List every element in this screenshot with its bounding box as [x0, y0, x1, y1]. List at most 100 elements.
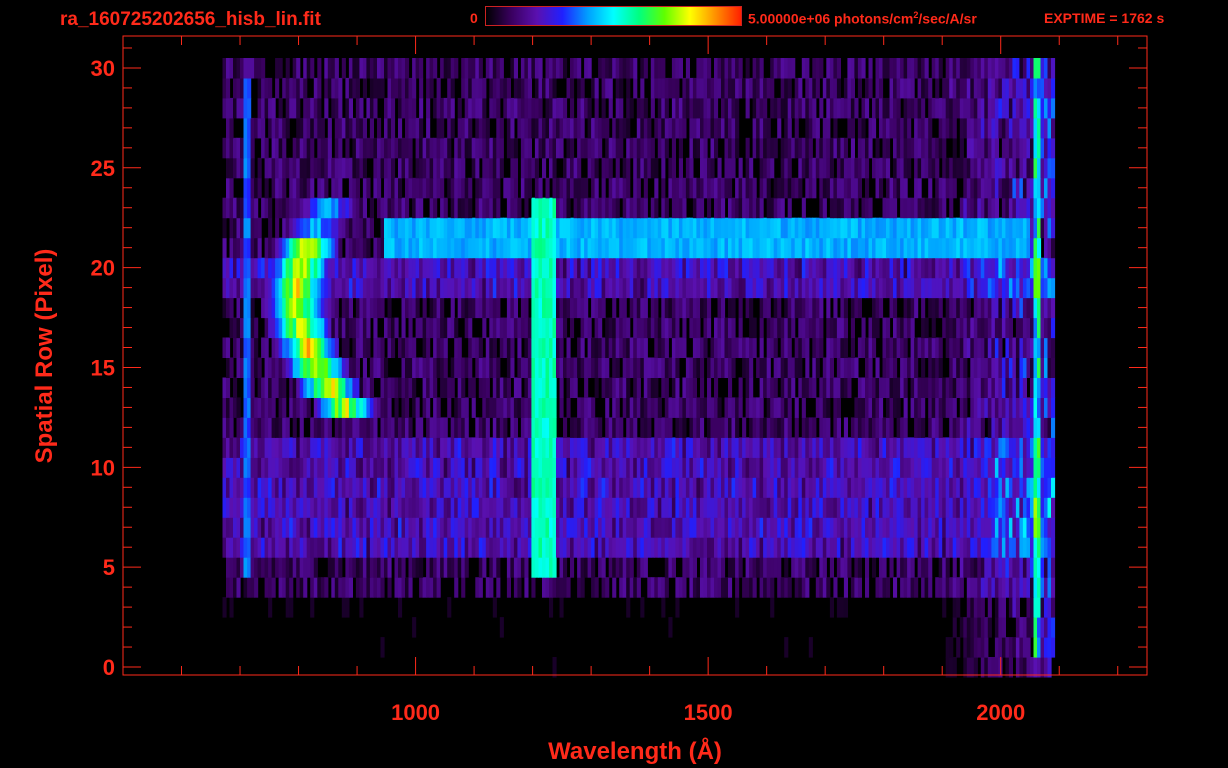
heatmap-cell: [608, 317, 613, 339]
heatmap-cell: [285, 357, 290, 378]
heatmap-cell: [475, 137, 480, 159]
heatmap-cell: [394, 537, 399, 558]
heatmap-cell: [700, 557, 705, 578]
heatmap-cell: [857, 297, 862, 319]
heatmap-cell: [1051, 337, 1056, 358]
heatmap-cell: [1019, 357, 1024, 378]
heatmap-cell: [580, 497, 585, 518]
heatmap-cell: [763, 517, 768, 538]
heatmap-cell: [833, 337, 838, 358]
heatmap-cell: [454, 477, 459, 498]
heatmap-cell: [903, 157, 908, 179]
heatmap-cell: [650, 297, 655, 319]
heatmap-cell: [506, 357, 511, 378]
heatmap-cell: [275, 497, 280, 518]
heatmap-cell: [963, 397, 968, 418]
heatmap-cell: [907, 577, 912, 598]
heatmap-cell: [728, 137, 733, 159]
heatmap-cell: [819, 297, 824, 319]
heatmap-cell: [443, 497, 448, 518]
heatmap-cell: [549, 457, 554, 478]
heatmap-cell: [749, 457, 754, 478]
heatmap-cell: [970, 437, 975, 458]
heatmap-cell: [1040, 397, 1045, 418]
heatmap-cell: [633, 537, 638, 558]
heatmap-cell: [819, 517, 824, 538]
heatmap-cell: [791, 277, 796, 299]
heatmap-cell: [510, 157, 515, 179]
heatmap-cell: [886, 337, 891, 358]
heatmap-cell: [415, 257, 420, 279]
heatmap-cell: [896, 317, 901, 339]
heatmap-cell: [612, 277, 617, 299]
heatmap-cell: [780, 357, 785, 378]
heatmap-cell: [700, 497, 705, 518]
heatmap-cell: [605, 217, 610, 239]
heatmap-cell: [1037, 497, 1042, 518]
heatmap-cell: [285, 197, 290, 219]
heatmap-cell: [577, 497, 582, 518]
heatmap-cell: [496, 217, 501, 239]
heatmap-cell: [545, 177, 550, 199]
heatmap-cell: [966, 377, 971, 398]
heatmap-cell: [784, 377, 789, 398]
heatmap-cell: [784, 577, 789, 598]
heatmap-cell: [254, 517, 259, 538]
heatmap-cell: [436, 137, 441, 159]
heatmap-cell: [387, 497, 392, 518]
heatmap-cell: [1037, 617, 1042, 638]
heatmap-cell: [840, 517, 845, 538]
heatmap-cell: [482, 497, 487, 518]
heatmap-cell: [872, 417, 877, 438]
heatmap-cell: [1001, 637, 1006, 658]
heatmap-cell: [752, 197, 757, 219]
heatmap-cell: [854, 297, 859, 319]
heatmap-cell: [601, 277, 606, 299]
heatmap-cell: [517, 477, 522, 498]
heatmap-cell: [240, 517, 245, 538]
heatmap-cell: [348, 257, 353, 279]
heatmap-cell: [777, 397, 782, 418]
heatmap-cell: [643, 357, 648, 378]
heatmap-cell: [499, 137, 504, 159]
heatmap-cell: [787, 397, 792, 418]
heatmap-cell: [436, 437, 441, 458]
heatmap-cell: [822, 397, 827, 418]
heatmap-cell: [643, 337, 648, 358]
heatmap-cell: [299, 337, 304, 358]
heatmap-cell: [935, 257, 940, 279]
heatmap-cell: [963, 497, 968, 518]
heatmap-cell: [763, 377, 768, 398]
heatmap-cell: [829, 377, 834, 398]
heatmap-cell: [949, 177, 954, 199]
heatmap-cell: [443, 537, 448, 558]
heatmap-cell: [377, 237, 382, 259]
heatmap-cell: [247, 297, 252, 319]
heatmap-cell: [994, 257, 999, 279]
heatmap-cell: [650, 217, 655, 239]
heatmap-cell: [570, 457, 575, 478]
heatmap-cell: [331, 437, 336, 458]
heatmap-cell: [798, 557, 803, 578]
heatmap-cell: [1008, 357, 1013, 378]
heatmap-cell: [801, 297, 806, 319]
heatmap-cell: [759, 137, 764, 159]
heatmap-cell: [826, 457, 831, 478]
heatmap-cell: [447, 257, 452, 279]
heatmap-cell: [275, 137, 280, 159]
heatmap-cell: [633, 337, 638, 358]
heatmap-cell: [552, 257, 557, 279]
heatmap-cell: [959, 217, 964, 239]
heatmap-cell: [577, 557, 582, 578]
heatmap-cell: [229, 217, 234, 239]
heatmap-cell: [735, 197, 740, 219]
heatmap-cell: [868, 397, 873, 418]
heatmap-cell: [412, 177, 417, 199]
heatmap-cell: [450, 257, 455, 279]
heatmap-cell: [499, 437, 504, 458]
heatmap-cell: [875, 297, 880, 319]
heatmap-cell: [485, 517, 490, 538]
heatmap-cell: [552, 437, 557, 458]
heatmap-cell: [752, 477, 757, 498]
heatmap-cell: [1044, 377, 1049, 398]
